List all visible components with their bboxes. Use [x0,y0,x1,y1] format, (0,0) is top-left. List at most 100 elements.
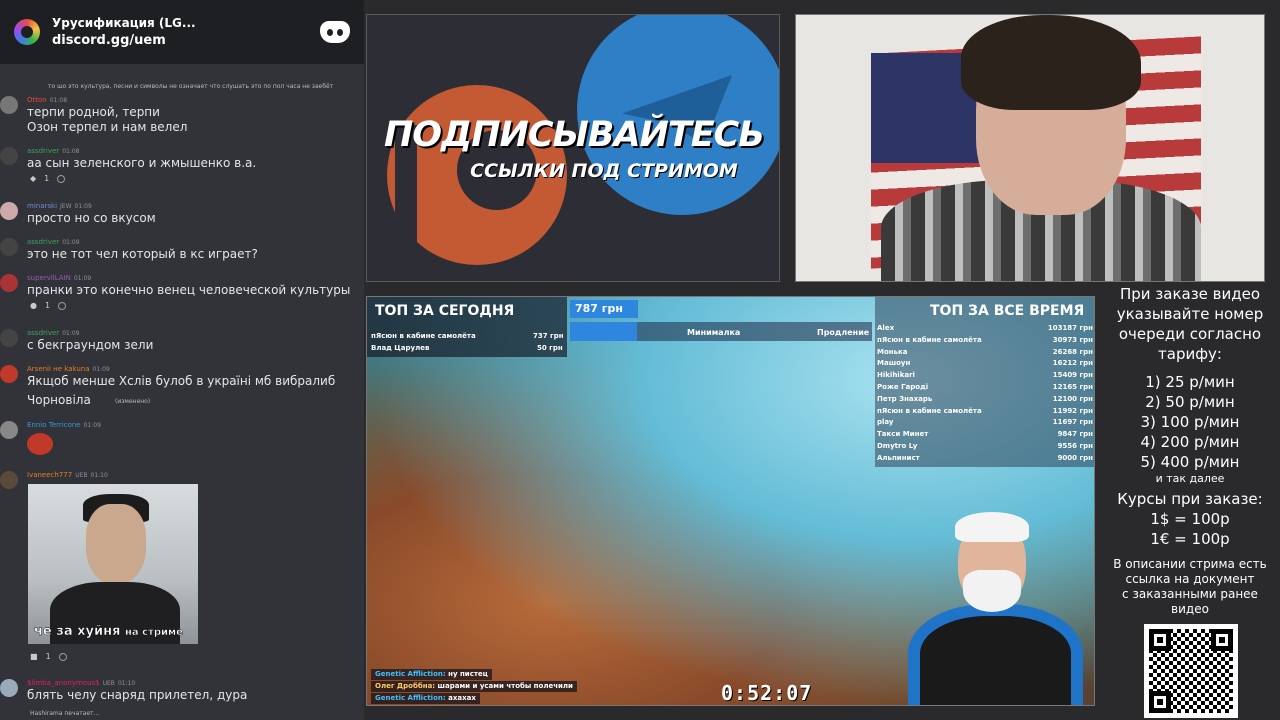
add-reaction-icon[interactable] [57,174,66,183]
donor-amount: 15409 грн [1052,371,1093,380]
reaction-count: 1 [44,174,50,183]
info-line: очереди согласно [1118,325,1262,343]
overlay-chat-line: Олег Дроббна: шарами и усами чтобы полеч… [371,681,577,692]
rate-item: 1€ = 100р [1150,530,1230,548]
message-text: Озон терпел и нам велел [27,120,188,134]
tariff-item: 1) 25 р/мин [1145,373,1235,391]
message-text: пранки это конечно венец человеческой ку… [27,283,351,297]
overlay-chat-line: Genetic Affliction: ну пистец [371,669,492,680]
qr-code-icon[interactable] [1144,624,1238,718]
rate-item: 1$ = 100р [1150,510,1230,528]
user-tag: JEW [60,203,72,210]
donor-name: Монька [877,347,908,356]
username[interactable]: assdriver [27,147,59,155]
avatar[interactable] [0,147,18,165]
goal-ext-label: Продление [817,328,870,337]
timestamp: 01:09 [92,366,110,373]
donor-name: Влад Царулев [371,344,430,352]
donor-name: Машоун [877,359,911,368]
donor-amount: 26268 грн [1052,347,1093,356]
avatar[interactable] [0,274,18,292]
donor-amount: 103187 грн [1047,324,1093,332]
donor-amount: 11697 грн [1052,418,1093,427]
webcam-feed [795,14,1265,282]
tariff-item: 5) 400 р/мин [1140,453,1240,471]
donor-amount: 9847 грн [1057,430,1093,439]
tariff-etc: и так далее [1155,472,1225,485]
avatar[interactable] [0,421,18,439]
username[interactable]: supervilLAIN [27,274,71,282]
donor-name: пЯсюн в кабине самолёта [877,406,982,415]
avatar[interactable] [0,365,18,383]
timestamp: 01:08 [49,97,68,104]
server-icon [14,19,40,45]
avatar[interactable] [0,679,18,697]
promo-title: ПОДПИСЫВАЙТЕСЬ [384,115,765,155]
message-text: аа сын зеленского и жмышенко в.а. [27,156,257,170]
avatar[interactable] [0,96,18,114]
stream-timer: 0:52:07 [721,681,813,705]
rates-title: Курсы при заказе: [1117,490,1263,508]
username[interactable]: assdriver [27,238,59,246]
top-today-panel: ТОП ЗА СЕГОДНЯ пЯсюн в кабине самолёта 7… [367,297,567,357]
reaction[interactable]: ◆ 1 [30,174,66,183]
donor-amount: 11992 грн [1052,406,1093,415]
timestamp: 01:08 [62,148,80,155]
timestamp: 01:09 [74,203,92,210]
username[interactable]: Arsenii не kakuna [27,365,90,373]
message-text: с бекграундом зели [27,338,154,352]
add-reaction-icon[interactable] [58,652,67,661]
avatar[interactable] [0,202,18,220]
timestamp: 01:09 [62,239,80,246]
avatar-character [903,512,1093,705]
username[interactable]: Ivaneech777 [27,471,72,479]
discord-server-header[interactable]: Урусификация (LG... discord.gg/uem [0,0,364,64]
stream-layout: Урусификация (LG... discord.gg/uem то шо… [0,0,1280,720]
timestamp: 01:09 [83,422,101,429]
avatar[interactable] [0,471,18,489]
info-line: указывайте номер [1116,305,1264,323]
username[interactable]: Ennio Terricone [27,421,81,429]
discord-chat-panel: Урусификация (LG... discord.gg/uem то шо… [0,0,364,720]
donor-name: Hikihikari [877,371,915,380]
discord-logo-icon [320,21,350,43]
goal-min-label: Минималка [687,328,741,337]
message-text: блять челу снаряд прилетел, дура [27,688,248,702]
goal-amount: 787 грн [570,300,638,318]
avatar[interactable] [0,238,18,256]
meme-caption: че за хуйня [34,624,121,639]
donor-amount: 30973 грн [1052,335,1093,344]
overlay-chat-line: Genetic Affliction: ахахах [371,693,480,704]
meme-image[interactable]: че за хуйня на стриме [28,484,198,644]
add-reaction-icon[interactable] [58,301,67,310]
message-text: это не тот чел который в кс играет? [27,247,258,261]
donor-name: пЯсюн в кабине самолёта [371,332,476,340]
stream-scene: ТОП ЗА СЕГОДНЯ пЯсюн в кабине самолёта 7… [366,296,1095,706]
server-invite-link[interactable]: discord.gg/uem [52,32,308,49]
server-name: Урусификация (LG... [52,16,196,30]
username[interactable]: assdriver [27,329,59,337]
reaction-count: 1 [44,301,51,310]
donor-amount: 9556 грн [1057,442,1093,450]
timestamp: 01:09 [62,330,80,337]
edited-label: (изменено) [115,398,151,405]
avatar[interactable] [0,329,18,347]
donor-amount: 50 грн [537,344,563,352]
donor-name: Dmytro Ly [877,442,918,450]
donor-name: пЯсюн в кабине самолёта [877,335,982,344]
username[interactable]: minarski [27,202,57,210]
donor-name: Альпинист [877,453,920,462]
desc-line: с заказанными ранее [1122,587,1258,601]
reaction[interactable]: ● 1 [30,301,67,310]
message-text: Чорновіла [27,393,91,407]
message-text: Якщоб менше Хслів булоб в україні мб виб… [27,374,336,388]
desc-line: В описании стрима есть [1113,557,1267,571]
donor-name: play [877,418,894,427]
user-tag: UEB [75,472,88,479]
username[interactable]: $limba_anonymous$ [27,679,100,687]
username[interactable]: Otton [27,96,47,104]
timestamp: 01:09 [73,275,92,282]
donor-amount: 9000 грн [1057,453,1093,462]
top-all-title: ТОП ЗА ВСЕ ВРЕМЯ [930,303,1085,319]
reaction[interactable]: ■ 1 [30,652,67,661]
